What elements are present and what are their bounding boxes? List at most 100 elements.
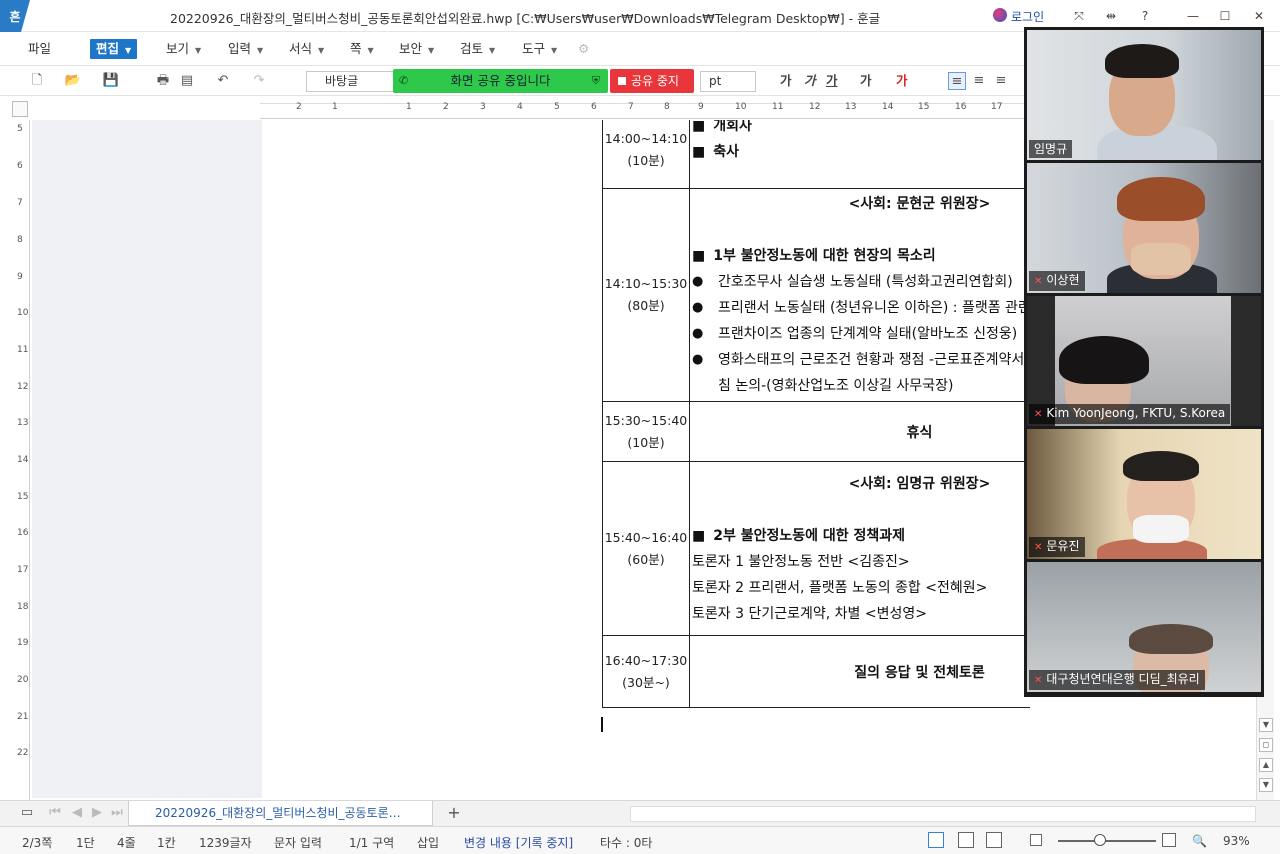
ruler-tick: 10	[17, 308, 29, 318]
agenda-item: 개회사	[692, 120, 1030, 139]
content-cell[interactable]: 질의 응답 및 전체토론	[689, 635, 1030, 708]
menu-tools[interactable]: 도구 ▼	[522, 39, 557, 59]
preview-icon[interactable]: ▤	[178, 72, 196, 90]
first-tab-icon[interactable]: ⏮	[46, 804, 64, 822]
zoom-level[interactable]: 93%	[1223, 834, 1250, 848]
scroll-down-icon[interactable]: ▼	[1259, 718, 1273, 732]
participant-tile[interactable]: ✕ 대구청년연대은행 디딤_최유리	[1027, 562, 1261, 692]
page-up-icon[interactable]: ▲	[1259, 758, 1273, 772]
login-icon[interactable]	[993, 8, 1007, 22]
zoom-slider-handle[interactable]	[1094, 834, 1106, 846]
fit-width-icon[interactable]	[958, 832, 974, 848]
close-button[interactable]: ✕	[1248, 6, 1270, 26]
ruler-tick: 17	[17, 565, 29, 575]
stop-share-button[interactable]: 공유 중지	[610, 69, 694, 93]
font-size-unit-select[interactable]: pt	[700, 71, 756, 92]
participant-name: ✕ Kim YoonJeong, FKTU, S.Korea	[1029, 404, 1231, 424]
new-document-icon[interactable]: 🗋	[28, 72, 46, 90]
style-select[interactable]: 바탕글	[306, 71, 394, 92]
zoom-search-icon[interactable]: 🔍	[1192, 834, 1207, 848]
menu-view[interactable]: 보기 ▼	[166, 39, 201, 59]
status-track-changes[interactable]: 변경 내용 [기록 중지]	[464, 834, 573, 851]
status-page[interactable]: 2/3쪽	[22, 834, 52, 851]
participant-tile[interactable]: ✕ 이상현	[1027, 163, 1261, 293]
page-down-icon[interactable]: ▼	[1259, 778, 1273, 792]
horizontal-scrollbar[interactable]	[630, 806, 1256, 822]
time-duration: (80분)	[627, 298, 665, 313]
stop-icon	[618, 76, 626, 85]
text-cursor	[601, 717, 603, 732]
menu-format[interactable]: 서식 ▼	[289, 39, 324, 59]
table-row: 14:10~15:30 (80분) <사회: 문현군 위원장> 1부 불안정노동…	[602, 188, 1030, 402]
menu-security[interactable]: 보안 ▼	[399, 39, 434, 59]
font-color-button[interactable]: 가	[896, 72, 908, 90]
zoom-slider[interactable]	[1058, 840, 1156, 842]
time-cell[interactable]: 15:30~15:40 (10분)	[602, 401, 690, 462]
resize-icon[interactable]: ⇹	[1100, 6, 1122, 26]
undo-icon[interactable]: ↶	[214, 72, 232, 90]
add-tab-button[interactable]: +	[445, 804, 463, 822]
comment-icon[interactable]: ▭	[18, 804, 36, 822]
list-item: 프리랜서 노동실태 (청년유니온 이하은) : 플랫폼 관련	[692, 295, 1030, 321]
content-cell[interactable]: 휴식	[689, 401, 1030, 462]
participant-name: ✕ 문유진	[1029, 537, 1085, 557]
prev-tab-icon[interactable]: ◀	[68, 804, 86, 822]
status-insert[interactable]: 삽입	[417, 834, 439, 851]
zoom-in-icon[interactable]	[1162, 833, 1176, 847]
participant-tile[interactable]: ✕ Kim YoonJeong, FKTU, S.Korea	[1027, 296, 1261, 426]
login-button[interactable]: 로그인	[1011, 8, 1044, 25]
document-page[interactable]: 14:00~14:10 (10분) 개회사 축사 14:10~15:30 (80…	[262, 120, 1030, 798]
menu-edit[interactable]: 편집 ▼	[90, 39, 138, 59]
help-icon[interactable]: ?	[1134, 6, 1156, 26]
time-cell[interactable]: 15:40~16:40 (60분)	[602, 461, 690, 636]
fullscreen-icon[interactable]: ⤧	[1068, 6, 1090, 26]
redo-icon[interactable]: ↷	[250, 72, 268, 90]
minimize-button[interactable]: —	[1182, 6, 1204, 26]
menu-file[interactable]: 파일	[28, 39, 51, 59]
menu-page[interactable]: 쪽 ▼	[350, 39, 374, 59]
settings-icon[interactable]: ⚙	[578, 39, 589, 59]
status-mode[interactable]: 문자 입력	[274, 834, 322, 851]
time-range: 15:30~15:40	[604, 412, 688, 428]
print-icon[interactable]: 🖶	[154, 72, 172, 90]
underline-button[interactable]: 가	[826, 72, 838, 90]
full-page-icon[interactable]	[986, 832, 1002, 848]
horizontal-ruler[interactable]: 2 1 1 2 3 4 5 6 7 8 9 10 11 12 13 14 15 …	[260, 99, 1030, 119]
page-view-icon[interactable]: ◻	[1259, 738, 1273, 752]
participant-tile[interactable]: ✕ 문유진	[1027, 429, 1261, 559]
status-col: 1칸	[157, 836, 176, 850]
align-center-icon[interactable]: ≡	[992, 72, 1010, 90]
next-tab-icon[interactable]: ▶	[88, 804, 106, 822]
content-cell[interactable]: <사회: 문현군 위원장> 1부 불안정노동에 대한 현장의 목소리 간호조무사…	[689, 188, 1030, 402]
hwp-logo-icon[interactable]: 흔	[0, 0, 30, 32]
menu-review[interactable]: 검토 ▼	[460, 39, 495, 59]
align-left-icon[interactable]: ≡	[970, 72, 988, 90]
time-cell[interactable]: 14:10~15:30 (80분)	[602, 188, 690, 402]
content-cell[interactable]: 개회사 축사	[689, 120, 1030, 189]
participant-tile[interactable]: 임명규	[1027, 30, 1261, 160]
maximize-button[interactable]: ☐	[1214, 6, 1236, 26]
document-tab[interactable]: 20220926_대환장의_멀티버스청비_공동토론…	[128, 801, 433, 826]
discussion-title: 질의 응답 및 전체토론	[854, 664, 985, 681]
bold-button[interactable]: 가	[780, 72, 792, 90]
ruler-tick: 16	[17, 528, 29, 538]
panelist-line: 토론자 3 단기근로계약, 차별 <변성영>	[692, 605, 927, 622]
normal-view-icon[interactable]	[928, 832, 944, 848]
time-cell[interactable]: 14:00~14:10 (10분)	[602, 120, 690, 189]
schedule-table[interactable]: 14:00~14:10 (10분) 개회사 축사 14:10~15:30 (80…	[602, 120, 1030, 708]
participant-hair	[1129, 624, 1213, 654]
last-tab-icon[interactable]: ⏭	[108, 804, 126, 822]
ruler-corner-button[interactable]	[12, 101, 28, 117]
strikethrough-button[interactable]: 가	[860, 72, 872, 90]
content-cell[interactable]: <사회: 임명규 위원장> 2부 불안정노동에 대한 정책과제 토론자 1 불안…	[689, 461, 1030, 636]
italic-button[interactable]: 가	[804, 72, 816, 90]
open-folder-icon[interactable]: 📂	[64, 72, 82, 90]
align-justify-icon[interactable]: ≡	[948, 72, 966, 90]
menu-security-label: 보안	[399, 41, 423, 56]
save-icon[interactable]: 💾	[102, 72, 120, 90]
zoom-out-icon[interactable]	[1030, 834, 1042, 846]
time-cell[interactable]: 16:40~17:30 (30분~)	[602, 635, 690, 708]
vertical-ruler[interactable]: 5 6 7 8 9 10 11 12 13 14 15 16 17 18 19 …	[8, 120, 30, 800]
menu-insert[interactable]: 입력 ▼	[228, 39, 263, 59]
